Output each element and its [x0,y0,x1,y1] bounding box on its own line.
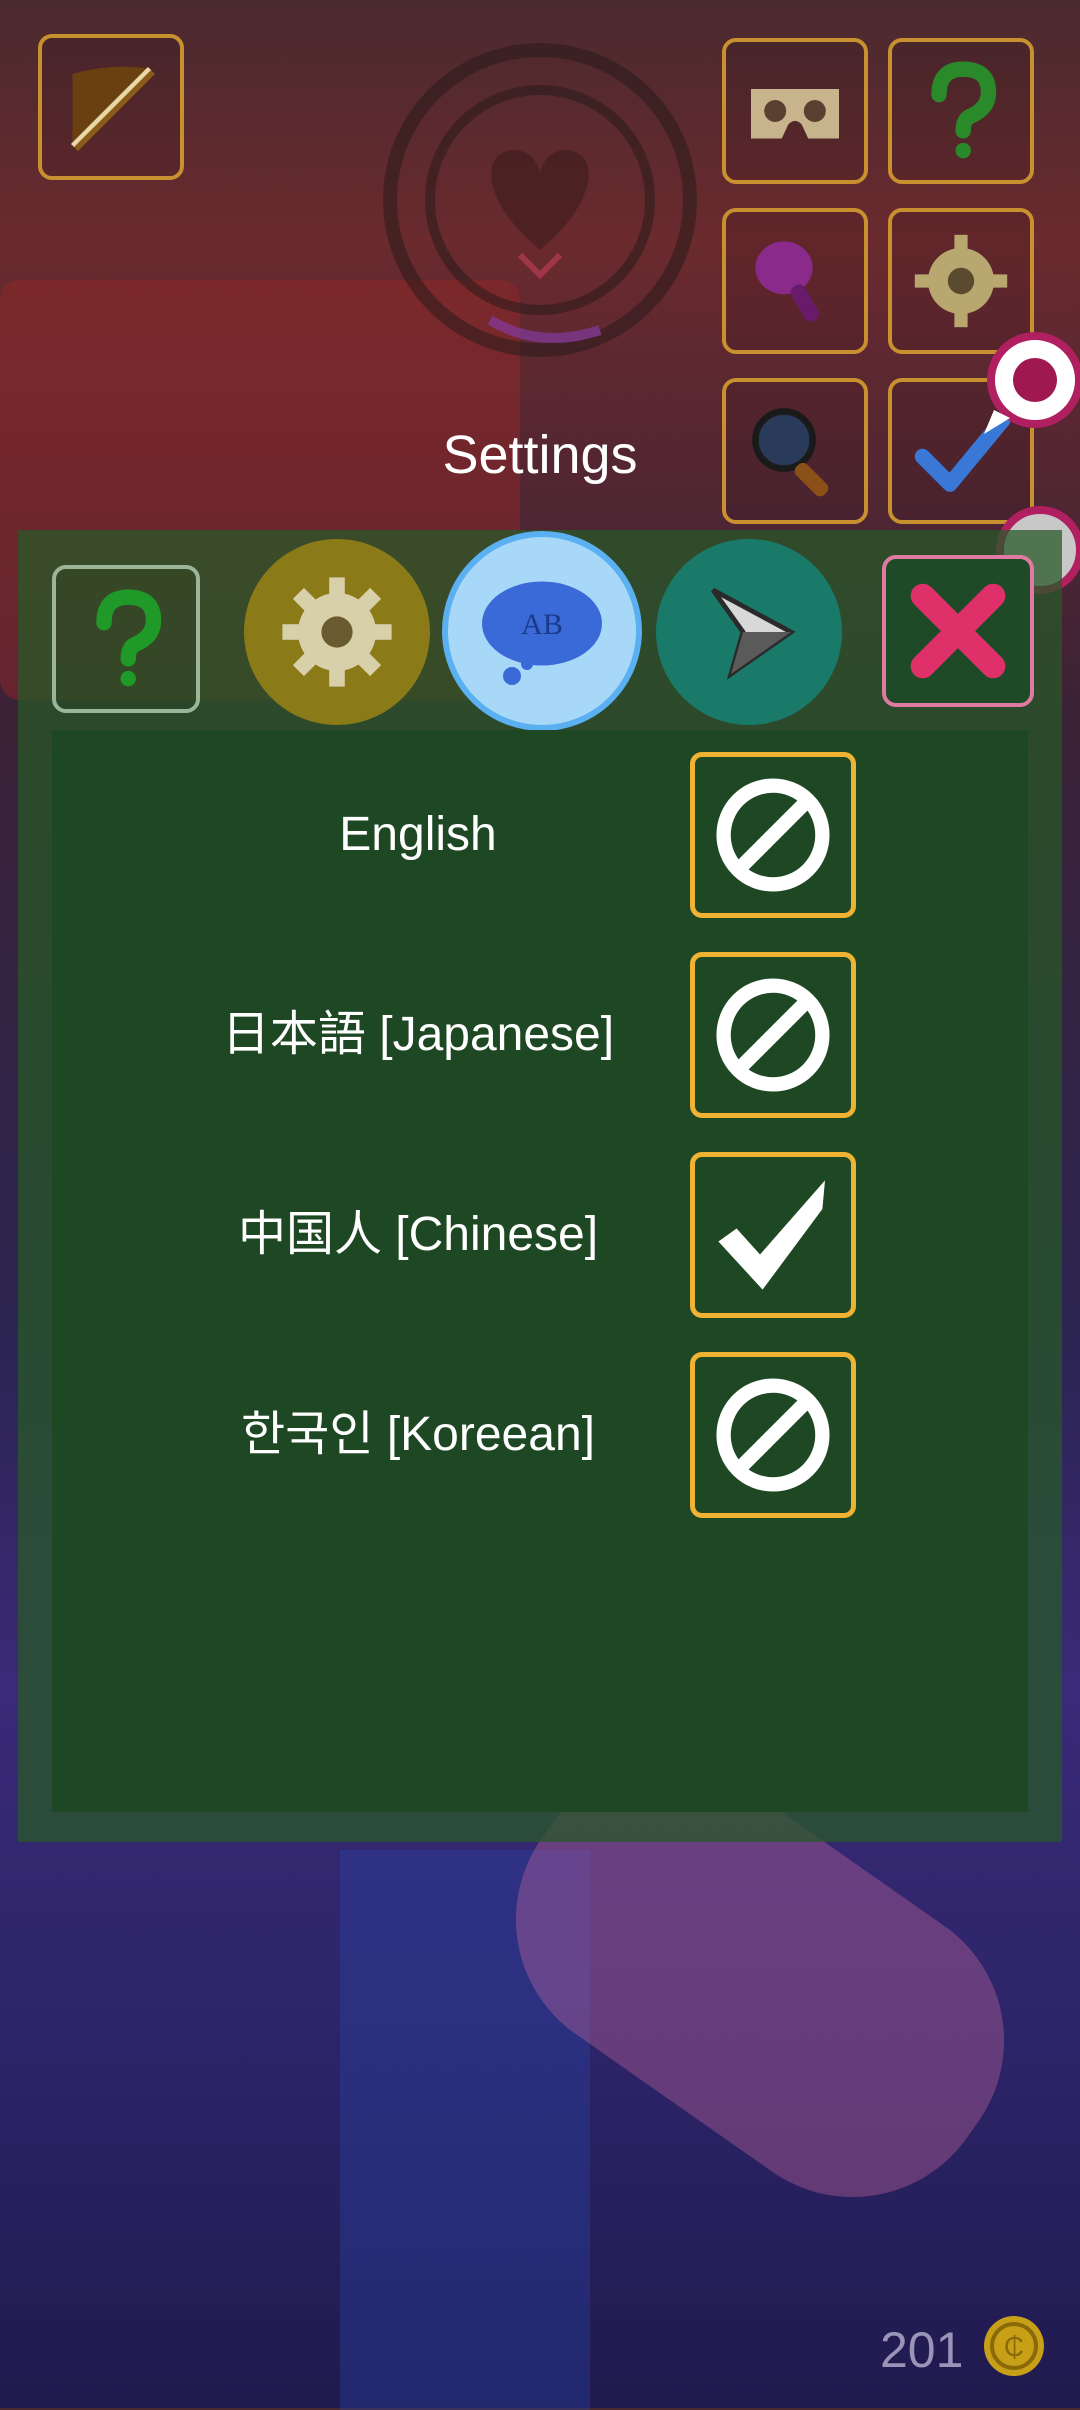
language-toggle[interactable] [690,1352,856,1518]
disabled-icon [716,778,830,892]
coin-count: 201 [880,2322,964,2378]
language-label: 한국인 [Koreean] [241,1408,595,1461]
vr-headset-button[interactable] [722,38,868,184]
help-top-button[interactable] [888,38,1034,184]
close-icon [910,583,1006,679]
language-toggle[interactable] [690,752,856,918]
magnifier-button[interactable] [722,378,868,524]
close-button[interactable] [882,555,1034,707]
heart-ornament-icon [383,43,697,357]
pencil-button[interactable] [38,34,184,180]
language-label: English [339,808,497,861]
list-item: 中国人 [Chinese] [52,1152,1028,1318]
language-bubble-icon: AB [482,581,602,685]
magnifier-icon [752,408,829,497]
tab-language[interactable]: AB [442,531,642,731]
disabled-icon [716,978,830,1092]
page-title: Settings [442,425,638,485]
svg-text:AB: AB [521,608,563,641]
plunger-button[interactable] [722,208,868,354]
gear-icon [282,577,392,687]
question-icon [931,61,997,159]
question-icon [96,589,162,687]
cursor-arrow-icon [711,587,796,680]
tab-general[interactable] [244,539,430,725]
list-item: 한국인 [Koreean] [52,1352,1028,1518]
checkmark-icon [718,1180,825,1290]
language-toggle[interactable] [690,1152,856,1318]
plunger-icon [755,241,820,322]
vr-headset-icon [751,89,839,139]
language-toggle[interactable] [690,952,856,1118]
language-label: 日本語 [Japanese] [221,1008,615,1061]
gear-icon [914,234,1008,328]
disabled-icon [716,1378,830,1492]
pencil-icon [70,66,155,151]
list-item: 日本語 [Japanese] [52,952,1028,1118]
language-label: 中国人 [Chinese] [237,1208,599,1261]
list-item: English [52,752,1028,918]
coin-icon: ₵ [984,2316,1044,2376]
record-badge-icon[interactable] [980,330,1080,440]
tab-controls[interactable] [656,539,842,725]
tab-help[interactable] [52,565,200,713]
svg-text:₵: ₵ [1004,2331,1024,2362]
